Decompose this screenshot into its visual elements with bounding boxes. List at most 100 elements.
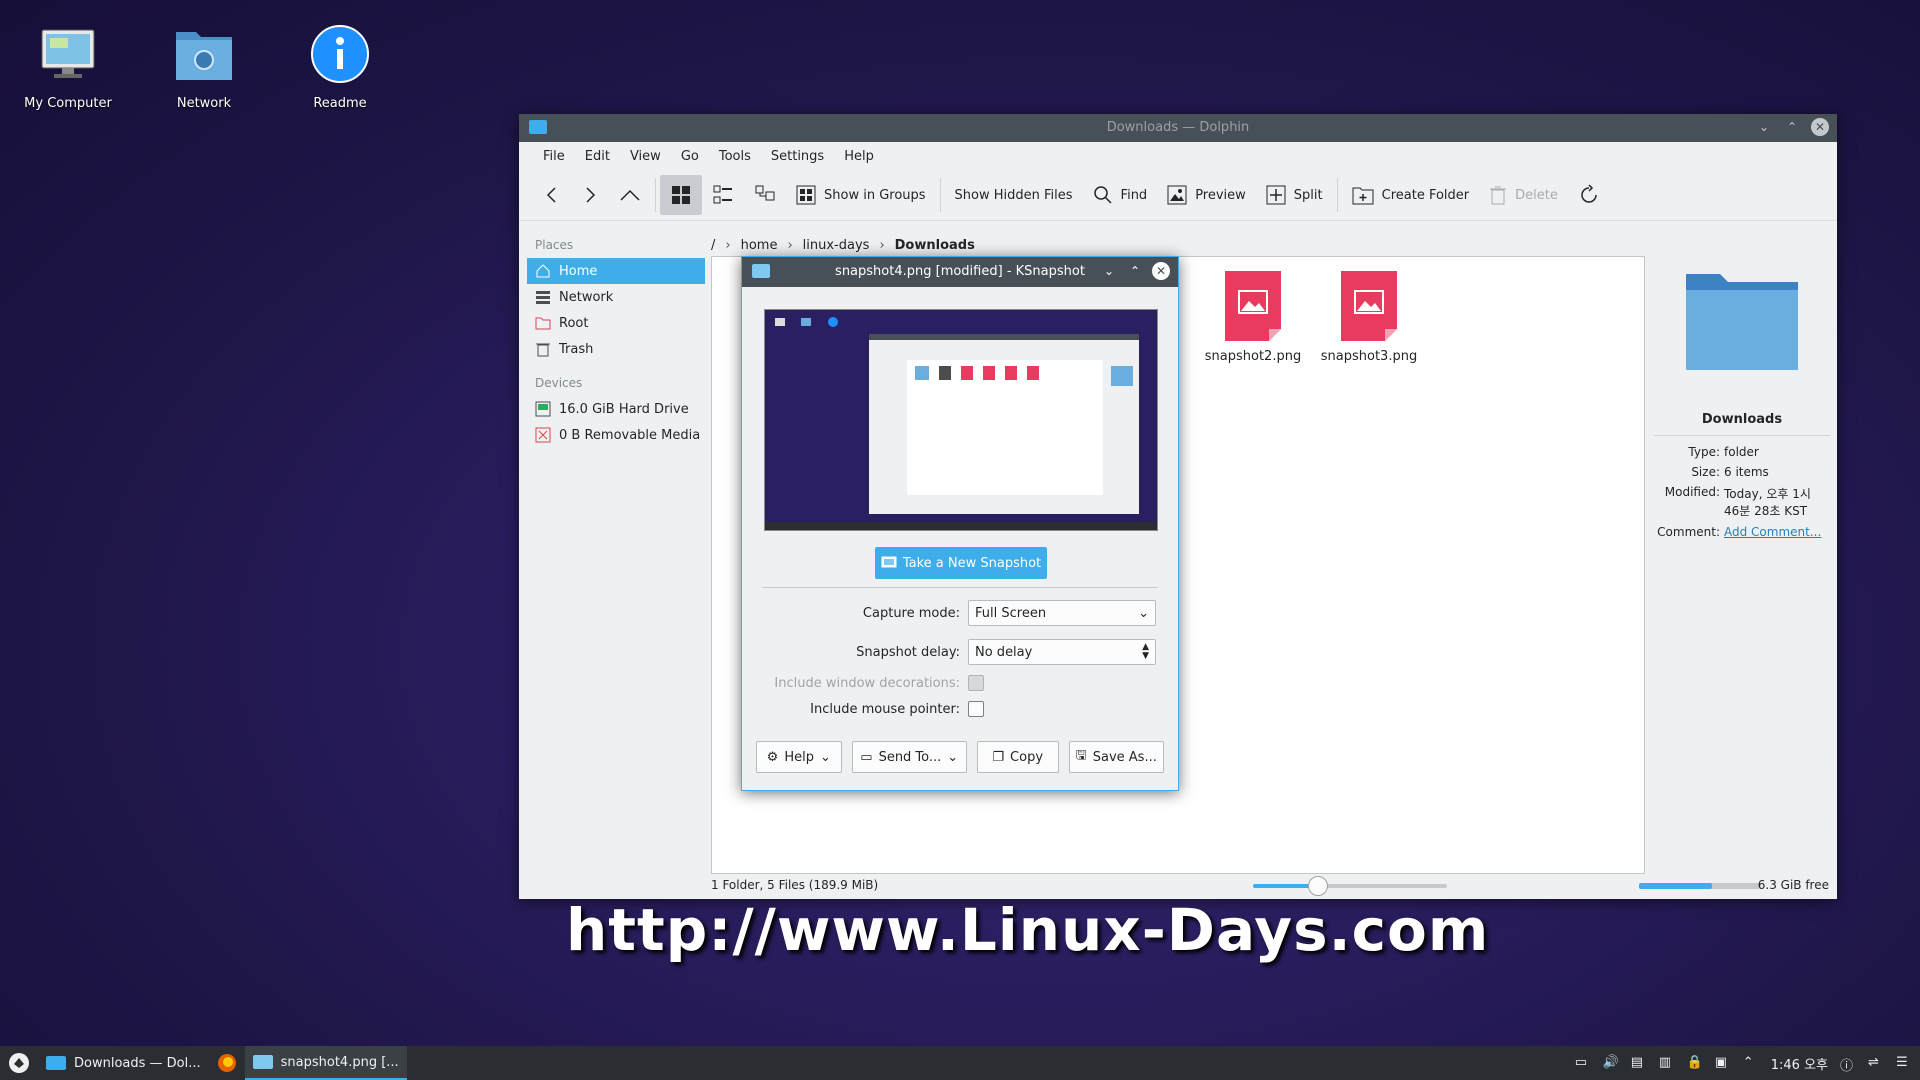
details-view-button[interactable] [744, 175, 786, 215]
lock-icon[interactable]: 🔒 [1687, 1055, 1703, 1071]
places-item-trash[interactable]: Trash [527, 336, 705, 362]
close-icon[interactable]: ✕ [1152, 262, 1170, 280]
ksnapshot-titlebar[interactable]: snapshot4.png [modified] - KSnapshot ⌄ ⌃… [742, 257, 1178, 287]
volume-icon[interactable]: 🔊 [1603, 1055, 1619, 1071]
chevron-up-icon[interactable]: ⌃ [1743, 1055, 1759, 1071]
back-button[interactable] [533, 175, 571, 215]
info-circle-icon[interactable]: ⓘ [1840, 1055, 1856, 1074]
save-icon: 🖫 [1075, 748, 1087, 763]
clipboard-icon[interactable]: ▤ [1631, 1055, 1647, 1071]
reload-button[interactable] [1568, 175, 1610, 215]
panel-settings-icon[interactable]: ⇌ [1868, 1055, 1884, 1071]
file-item[interactable]: snapshot3.png [1314, 271, 1424, 364]
breadcrumb-root[interactable]: / [711, 238, 715, 253]
window-decorations-checkbox[interactable] [968, 675, 984, 691]
places-item-network[interactable]: Network [527, 284, 705, 310]
menu-settings[interactable]: Settings [761, 149, 834, 164]
menubar: File Edit View Go Tools Settings Help [519, 142, 1837, 170]
compact-view-button[interactable] [702, 175, 744, 215]
maximize-icon[interactable]: ⌃ [1126, 262, 1144, 280]
task-firefox[interactable] [209, 1046, 245, 1080]
capture-mode-select[interactable]: Full Screen ⌄ [968, 600, 1156, 626]
find-button[interactable]: Find [1083, 175, 1158, 215]
display-icon[interactable]: ▣ [1715, 1055, 1731, 1071]
close-icon[interactable]: ✕ [1811, 118, 1829, 136]
trash-icon [1490, 186, 1507, 205]
send-icon: ▭ [860, 749, 873, 765]
desktop-icon-label: My Computer [24, 96, 112, 111]
zoom-slider[interactable] [1253, 876, 1447, 896]
breadcrumb-linux-days[interactable]: linux-days [803, 238, 870, 253]
info-size: 6 items [1724, 465, 1769, 479]
save-as-button[interactable]: 🖫 Save As... [1068, 741, 1164, 773]
file-item[interactable]: snapshot2.png [1198, 271, 1308, 364]
home-icon [536, 264, 550, 278]
hard-drive-icon [535, 401, 551, 417]
places-item-root[interactable]: Root [527, 310, 705, 336]
preview-button[interactable]: Preview [1157, 175, 1256, 215]
copy-button[interactable]: ❐ Copy [976, 741, 1059, 773]
breadcrumb-home[interactable]: home [741, 238, 778, 253]
firefox-icon [217, 1054, 236, 1072]
reload-icon [1581, 184, 1597, 203]
terminal-icon[interactable]: ▭ [1575, 1055, 1591, 1071]
task-dolphin[interactable]: Downloads — Dol... [38, 1046, 209, 1080]
add-comment-link[interactable]: Add Comment... [1724, 525, 1821, 539]
breadcrumb-downloads[interactable]: Downloads [895, 238, 975, 253]
slider-handle[interactable] [1308, 876, 1329, 896]
details-view-icon [755, 185, 775, 201]
help-button[interactable]: ⚙ Help ⌄ [756, 741, 842, 773]
icons-view-button[interactable] [660, 175, 702, 215]
menu-edit[interactable]: Edit [575, 149, 620, 164]
clock[interactable]: 1:46 오후 [1771, 1054, 1828, 1073]
information-panel: Downloads Type: folder Size: 6 items Modif… [1654, 256, 1830, 542]
image-file-icon [1225, 271, 1281, 341]
spin-arrows-icon[interactable]: ▲ ▼ [1142, 643, 1149, 661]
application-launcher[interactable] [0, 1046, 38, 1080]
dolphin-titlebar[interactable]: Downloads — Dolphin ⌄ ⌃ ✕ [519, 114, 1837, 142]
menu-go[interactable]: Go [671, 149, 709, 164]
devices-item-removable-media[interactable]: 0 B Removable Media [527, 422, 705, 448]
up-button[interactable] [609, 175, 651, 215]
send-to-button[interactable]: ▭ Send To... ⌄ [851, 741, 967, 773]
menu-help[interactable]: Help [834, 149, 884, 164]
task-ksnapshot[interactable]: snapshot4.png [... [244, 1046, 407, 1080]
status-summary: 1 Folder, 5 Files (189.9 MiB) [711, 878, 879, 892]
take-new-snapshot-button[interactable]: Take a New Snapshot [875, 547, 1047, 579]
screenshot-icon [881, 556, 897, 568]
delete-button[interactable]: Delete [1479, 175, 1568, 215]
maximize-icon[interactable]: ⌃ [1783, 118, 1801, 136]
snapshot-preview[interactable] [764, 309, 1158, 531]
ksnapshot-window: snapshot4.png [modified] - KSnapshot ⌄ ⌃… [741, 256, 1179, 791]
desktop-icon-readme[interactable]: Readme [285, 22, 395, 111]
forward-button[interactable] [571, 175, 609, 215]
split-button[interactable]: Split [1256, 175, 1333, 215]
devices-item-hard-drive[interactable]: 16.0 GiB Hard Drive [527, 396, 705, 422]
chevron-right-icon: › [787, 237, 793, 253]
window-title: Downloads — Dolphin [1106, 120, 1250, 135]
desktop-icon-my-computer[interactable]: My Computer [13, 22, 123, 111]
show-in-groups-button[interactable]: Show in Groups [786, 175, 936, 215]
launcher-icon [9, 1053, 29, 1073]
desktop-icon-network[interactable]: Network [149, 22, 259, 111]
removable-media-icon [535, 427, 551, 443]
notes-icon[interactable]: ▥ [1659, 1055, 1675, 1071]
forward-icon [586, 187, 596, 203]
menu-view[interactable]: View [620, 149, 671, 164]
file-name: snapshot3.png [1320, 349, 1418, 364]
menu-file[interactable]: File [533, 149, 575, 164]
places-item-home[interactable]: Home [527, 258, 705, 284]
show-hidden-files-button[interactable]: Show Hidden Files [945, 175, 1083, 215]
window-decorations-row: Include window decorations: [742, 669, 1178, 697]
menu-tools[interactable]: Tools [709, 149, 761, 164]
snapshot-delay-spinbox[interactable]: No delay ▲ ▼ [968, 639, 1156, 665]
menu-icon[interactable]: ☰ [1896, 1055, 1912, 1071]
create-folder-button[interactable]: Create Folder [1342, 175, 1480, 215]
places-panel: Places Home Network Root Trash Devices 1… [527, 232, 705, 448]
info-modified: Today, 오후 1시 46분 28초 KST [1724, 487, 1811, 518]
folder-icon [1682, 264, 1802, 374]
minimize-icon[interactable]: ⌄ [1755, 118, 1773, 136]
mouse-pointer-checkbox[interactable] [968, 701, 984, 717]
minimize-icon[interactable]: ⌄ [1100, 262, 1118, 280]
chevron-right-icon: › [725, 237, 731, 253]
